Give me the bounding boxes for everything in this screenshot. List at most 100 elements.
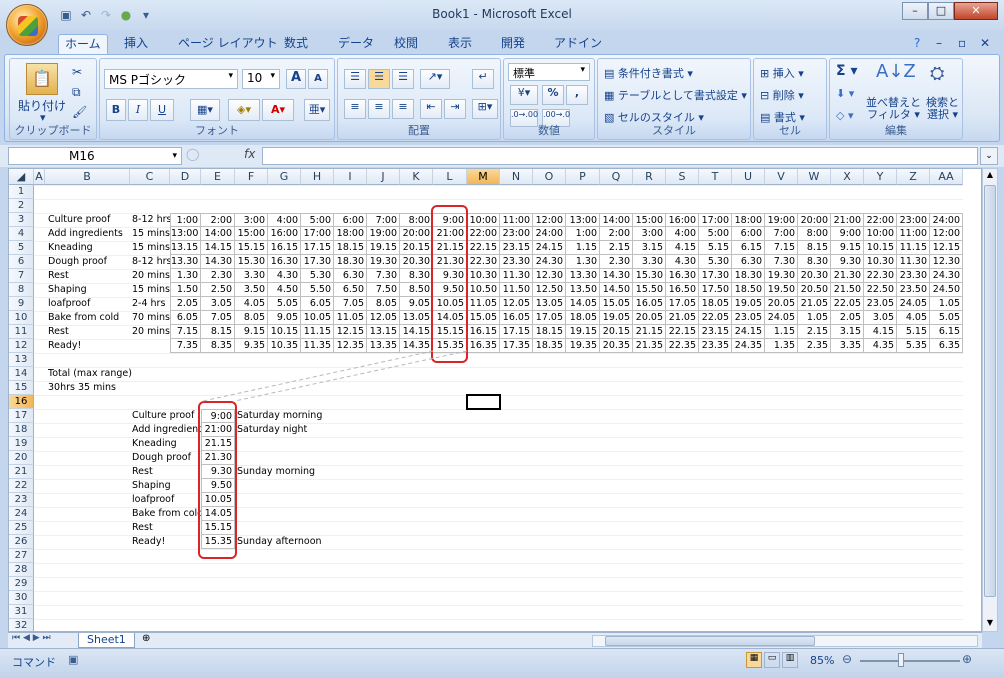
time-cell[interactable]: 8.05 xyxy=(367,297,400,311)
time-cell[interactable]: 20:00 xyxy=(400,227,433,241)
scroll-down-icon[interactable]: ▼ xyxy=(984,618,996,630)
time-cell[interactable]: 2.05 xyxy=(831,311,864,325)
time-cell[interactable]: 20.15 xyxy=(400,241,433,255)
time-cell[interactable]: 18:00 xyxy=(334,227,367,241)
time-cell[interactable]: 16.30 xyxy=(666,269,699,283)
zoom-in-icon[interactable]: ⊕ xyxy=(962,652,972,666)
time-cell[interactable]: 4:00 xyxy=(268,213,301,227)
time-cell[interactable]: 19.15 xyxy=(566,325,600,339)
time-cell[interactable]: 17:00 xyxy=(699,213,732,227)
time-cell[interactable]: 8.35 xyxy=(201,339,235,353)
time-cell[interactable]: 10:00 xyxy=(864,227,897,241)
time-cell[interactable]: 7:00 xyxy=(765,227,798,241)
time-cell[interactable]: 2.30 xyxy=(600,255,633,269)
time-cell[interactable]: 8.30 xyxy=(798,255,831,269)
time-cell[interactable]: 4.30 xyxy=(268,269,301,283)
time-cell[interactable]: 13.35 xyxy=(367,339,400,353)
time-cell[interactable]: 5.05 xyxy=(930,311,963,325)
row-header-10[interactable]: 10 xyxy=(9,311,34,325)
time-cell[interactable]: 18.30 xyxy=(334,255,367,269)
time-cell[interactable]: 24:00 xyxy=(930,213,963,227)
zoom-slider[interactable] xyxy=(860,660,960,662)
row-header-20[interactable]: 20 xyxy=(9,451,34,465)
time-cell[interactable]: 14.15 xyxy=(201,241,235,255)
time-cell[interactable]: 16:00 xyxy=(666,213,699,227)
column-header-v[interactable]: V xyxy=(765,169,798,185)
conditional-format-button[interactable]: ▤ 条件付き書式 ▾ xyxy=(604,65,693,81)
time-cell[interactable]: 11.05 xyxy=(334,311,367,325)
time-cell[interactable]: 16.30 xyxy=(268,255,301,269)
time-cell[interactable]: 22.15 xyxy=(666,325,699,339)
column-header-m[interactable]: M xyxy=(467,169,500,185)
time-cell[interactable]: 12.35 xyxy=(334,339,367,353)
time-cell[interactable]: 7.30 xyxy=(765,255,798,269)
merge-center-icon[interactable]: ⊞▾ xyxy=(472,99,498,119)
row-header-5[interactable]: 5 xyxy=(9,241,34,255)
column-header-i[interactable]: I xyxy=(334,169,367,185)
page-break-view-icon[interactable]: ▥ xyxy=(782,652,798,668)
time-cell[interactable]: 10.15 xyxy=(268,325,301,339)
time-cell[interactable]: 23.30 xyxy=(500,255,533,269)
time-cell[interactable]: 12.15 xyxy=(334,325,367,339)
time-cell[interactable]: 6.50 xyxy=(334,283,367,297)
vertical-scrollbar[interactable]: ▲ ▼ xyxy=(982,168,998,632)
time-cell[interactable]: 20.30 xyxy=(400,255,433,269)
time-cell[interactable]: 11.15 xyxy=(301,325,334,339)
time-cell[interactable]: 24.05 xyxy=(765,311,798,325)
row-header-4[interactable]: 4 xyxy=(9,227,34,241)
time-cell[interactable]: 15.05 xyxy=(467,311,500,325)
row-header-30[interactable]: 30 xyxy=(9,591,34,605)
time-cell[interactable]: 10.15 xyxy=(864,241,897,255)
time-cell[interactable]: 21.05 xyxy=(798,297,831,311)
formula-cancel-icon[interactable]: ◯ xyxy=(186,147,199,161)
time-cell[interactable]: 6:00 xyxy=(732,227,765,241)
delete-cells-button[interactable]: ⊟ 削除 ▾ xyxy=(760,87,804,103)
time-cell[interactable]: 16:00 xyxy=(268,227,301,241)
time-cell[interactable]: 22.05 xyxy=(831,297,864,311)
font-color-icon[interactable]: A▾ xyxy=(262,99,294,121)
time-cell[interactable]: 1.15 xyxy=(566,241,600,255)
time-cell[interactable]: 2.50 xyxy=(201,283,235,297)
time-cell[interactable]: 5:00 xyxy=(301,213,334,227)
time-cell[interactable]: 5.30 xyxy=(699,255,732,269)
row-header-25[interactable]: 25 xyxy=(9,521,34,535)
wrap-text-icon[interactable]: ↵ xyxy=(472,69,494,89)
tab-home[interactable]: ホーム xyxy=(58,34,108,54)
expand-formula-icon[interactable]: ⌄ xyxy=(980,147,998,165)
time-cell[interactable]: 16.15 xyxy=(467,325,500,339)
tab-developer[interactable]: 開発 xyxy=(495,34,531,54)
time-cell[interactable]: 6.15 xyxy=(930,325,963,339)
row-header-13[interactable]: 13 xyxy=(9,353,34,367)
time-cell[interactable]: 7.05 xyxy=(201,311,235,325)
time-cell[interactable]: 20:00 xyxy=(798,213,831,227)
time-cell[interactable]: 11:00 xyxy=(897,227,930,241)
row-header-26[interactable]: 26 xyxy=(9,535,34,549)
copy-icon[interactable]: ⧉ xyxy=(72,85,81,100)
time-cell[interactable]: 20.35 xyxy=(600,339,633,353)
active-cell-m16[interactable] xyxy=(466,394,501,410)
column-header-k[interactable]: K xyxy=(400,169,433,185)
time-cell[interactable]: 7.35 xyxy=(170,339,201,353)
time-cell[interactable]: 11.05 xyxy=(467,297,500,311)
time-cell[interactable]: 23.15 xyxy=(699,325,732,339)
time-cell[interactable]: 11:00 xyxy=(500,213,533,227)
format-as-table-button[interactable]: ▦ テーブルとして書式設定 ▾ xyxy=(604,87,747,103)
row-header-2[interactable]: 2 xyxy=(9,199,34,213)
time-cell[interactable]: 13.15 xyxy=(170,241,201,255)
time-cell[interactable]: 17.15 xyxy=(301,241,334,255)
time-cell[interactable]: 1.30 xyxy=(170,269,201,283)
time-cell[interactable]: 23.35 xyxy=(699,339,732,353)
time-cell[interactable]: 7:00 xyxy=(367,213,400,227)
orientation-icon[interactable]: ↗▾ xyxy=(420,69,450,89)
time-cell[interactable]: 14:00 xyxy=(201,227,235,241)
time-cell[interactable]: 1.05 xyxy=(798,311,831,325)
time-cell[interactable]: 19.30 xyxy=(367,255,400,269)
time-cell[interactable]: 12:00 xyxy=(533,213,566,227)
time-cell[interactable]: 2:00 xyxy=(600,227,633,241)
column-header-r[interactable]: R xyxy=(633,169,666,185)
time-cell[interactable]: 7.15 xyxy=(170,325,201,339)
time-cell[interactable]: 13.05 xyxy=(400,311,433,325)
tab-addins[interactable]: アドイン xyxy=(548,34,608,54)
time-cell[interactable]: 12.15 xyxy=(930,241,963,255)
time-cell[interactable]: 18:00 xyxy=(732,213,765,227)
